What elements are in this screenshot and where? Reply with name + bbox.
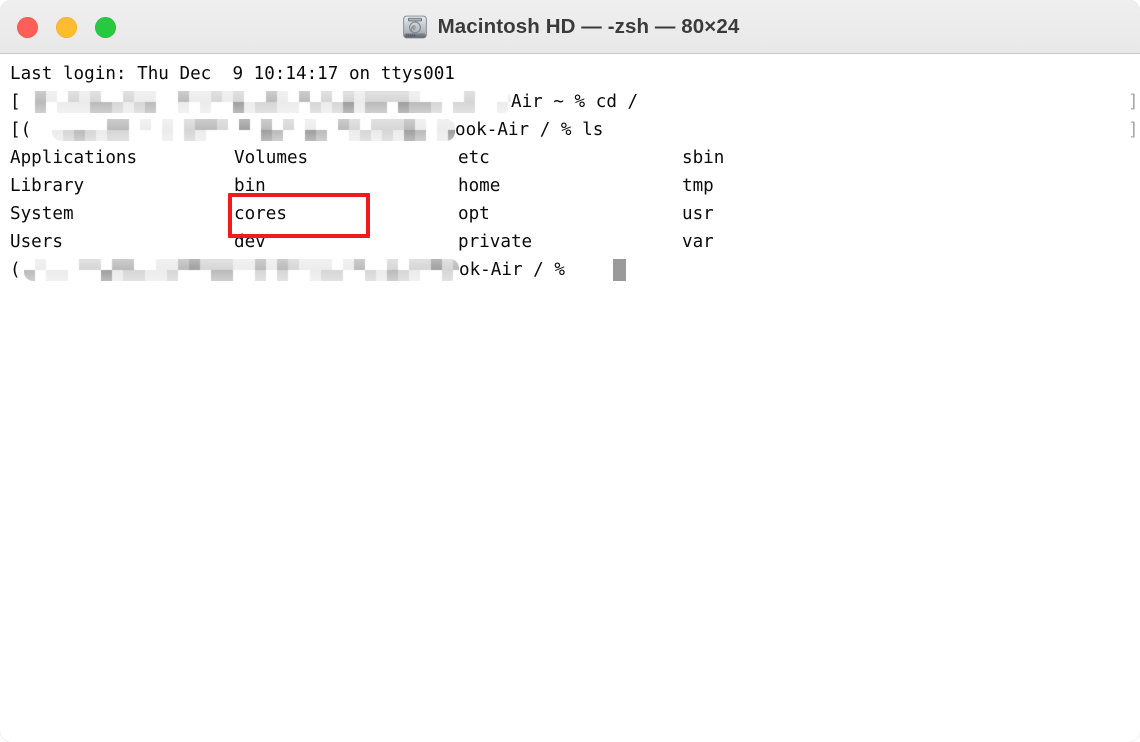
zoom-button[interactable] <box>95 17 116 38</box>
terminal-line-prompt-cd-tail: Air ~ % cd / <box>511 92 639 112</box>
ls-entry-applications: Applications <box>10 148 138 168</box>
terminal-line-prompt-ls-tail: ook-Air / % ls <box>455 120 604 140</box>
ls-entry-sbin: sbin <box>682 148 725 168</box>
redacted-prompt-3 <box>24 259 459 281</box>
close-button[interactable] <box>17 17 38 38</box>
ls-entry-var: var <box>682 232 714 252</box>
ls-entry-private: private <box>458 232 533 252</box>
ls-entry-opt: opt <box>458 204 490 224</box>
ls-entry-home: home <box>458 176 501 196</box>
terminal-line-final-prompt-prefix: ( <box>10 260 21 280</box>
window-title: Macintosh HD — -zsh — 80×24 <box>437 15 740 38</box>
terminal-content-area[interactable]: Last login: Thu Dec 9 10:14:17 on ttys00… <box>0 55 1140 742</box>
ls-entry-usr: usr <box>682 204 714 224</box>
ls-entry-tmp: tmp <box>682 176 714 196</box>
hard-drive-icon <box>402 15 427 39</box>
terminal-line-prompt-cd-prefix: [ <box>10 92 21 112</box>
wrapped-bracket-1: ] <box>1128 92 1139 112</box>
ls-entry-volumes: Volumes <box>234 148 309 168</box>
terminal-line-last-login: Last login: Thu Dec 9 10:14:17 on ttys00… <box>10 64 455 84</box>
terminal-cursor <box>613 259 626 281</box>
minimize-button[interactable] <box>56 17 77 38</box>
wrapped-bracket-2: ] <box>1128 120 1139 140</box>
terminal-screen: Last login: Thu Dec 9 10:14:17 on ttys00… <box>10 60 1140 742</box>
volumes-highlight-annotation <box>228 193 370 238</box>
terminal-line-prompt-ls-prefix: [( <box>10 120 32 140</box>
ls-entry-etc: etc <box>458 148 490 168</box>
window-title-group: Macintosh HD — -zsh — 80×24 <box>0 0 1140 54</box>
ls-entry-system: System <box>10 204 74 224</box>
redacted-prompt-1 <box>24 91 511 113</box>
window-controls <box>17 17 116 38</box>
ls-entry-library: Library <box>10 176 85 196</box>
window-titlebar: Macintosh HD — -zsh — 80×24 <box>0 0 1140 54</box>
terminal-line-final-prompt-tail: ok-Air / % <box>459 260 576 280</box>
ls-entry-users: Users <box>10 232 63 252</box>
terminal-window: Macintosh HD — -zsh — 80×24 Last login: … <box>0 0 1140 742</box>
redacted-prompt-2 <box>52 119 455 141</box>
